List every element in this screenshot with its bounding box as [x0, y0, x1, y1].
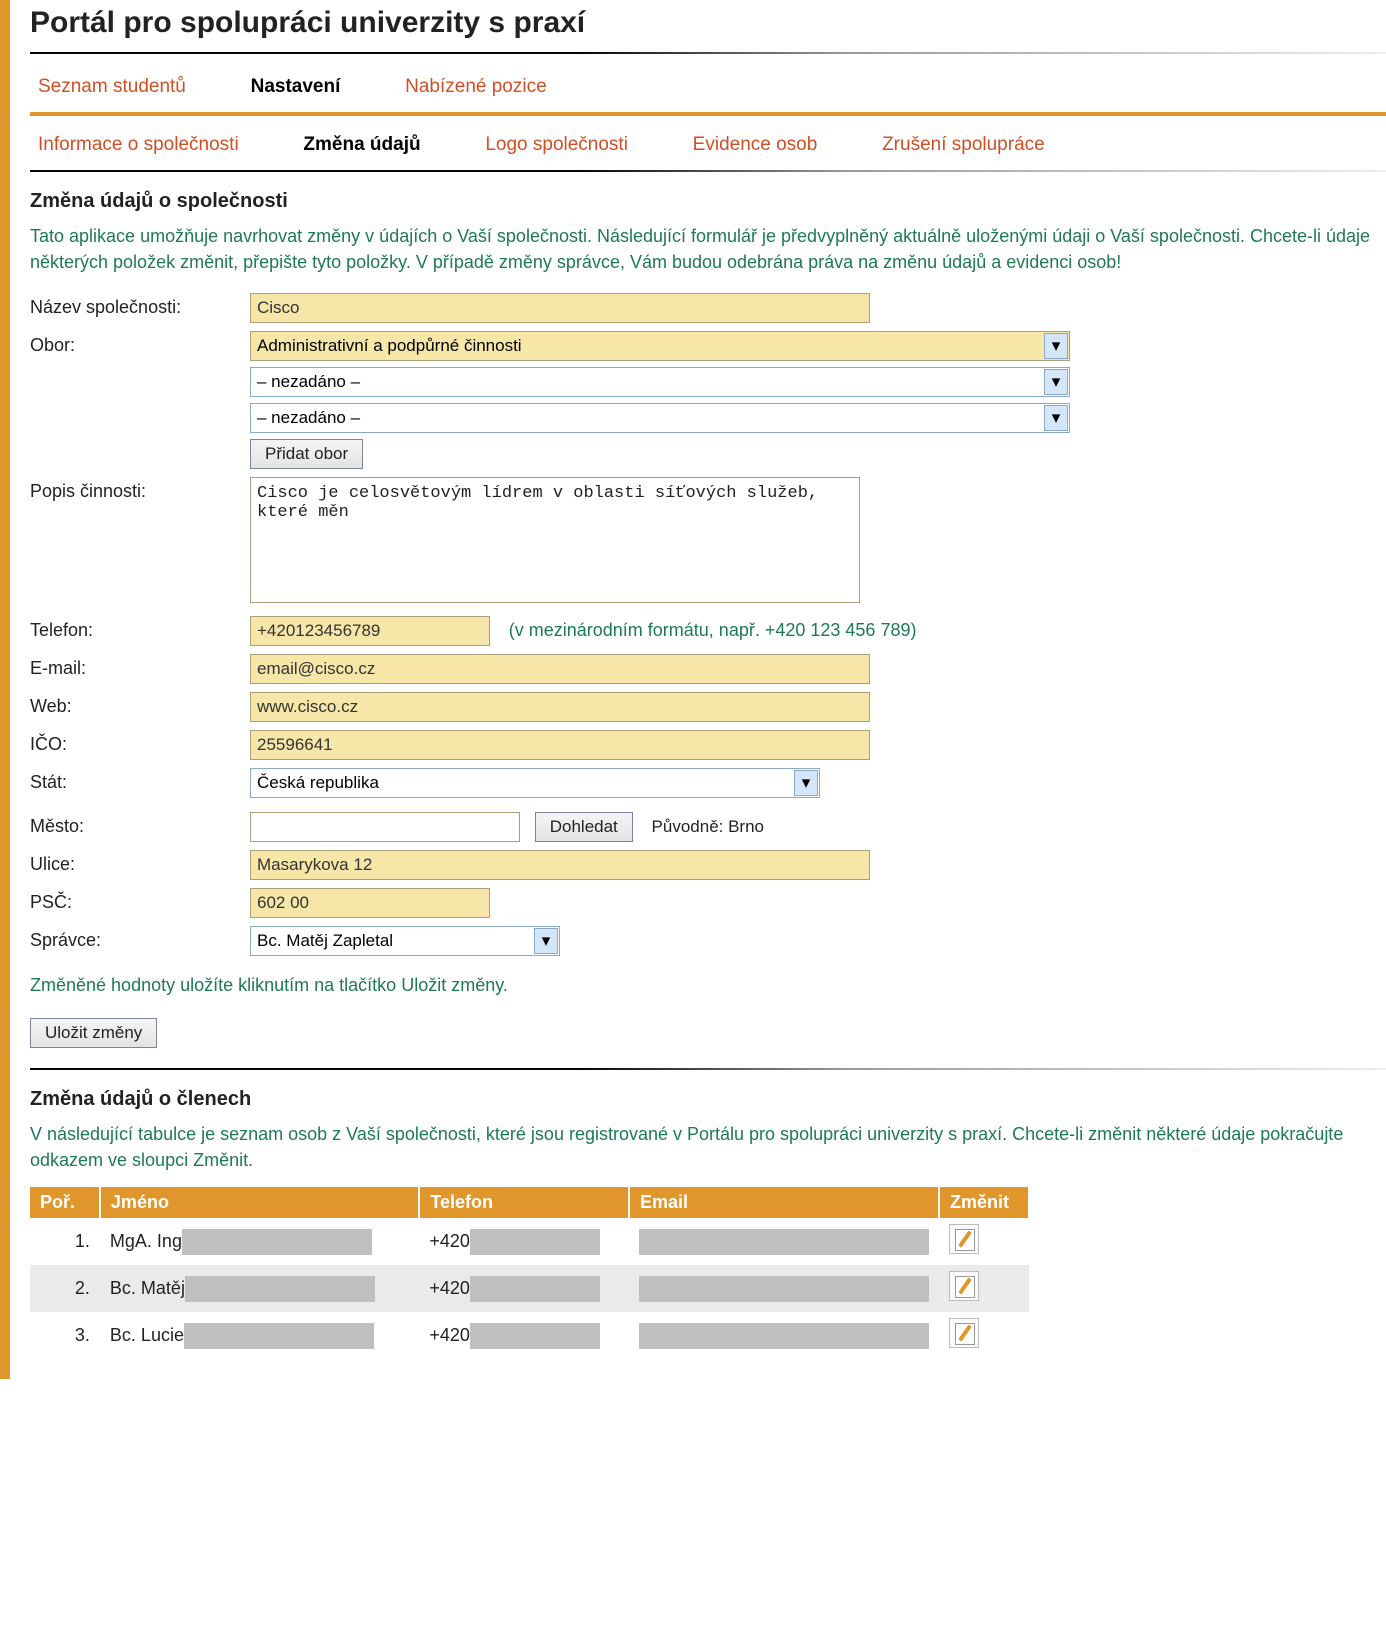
edit-icon[interactable]	[949, 1271, 979, 1301]
page-title: Portál pro spolupráci univerzity s praxí	[30, 6, 1386, 40]
admin-select[interactable]	[250, 926, 560, 956]
divider-orange	[30, 112, 1386, 116]
street-input[interactable]	[250, 850, 870, 880]
cell-telefon: +420	[419, 1265, 629, 1312]
cell-jmeno: MgA. Ing	[100, 1218, 419, 1265]
label-street: Ulice:	[30, 850, 250, 875]
label-country: Stát:	[30, 768, 250, 793]
country-select[interactable]	[250, 768, 820, 798]
th-telefon: Telefon	[419, 1187, 629, 1218]
th-por: Poř.	[30, 1187, 100, 1218]
cell-zmenit	[939, 1218, 1029, 1265]
th-zmenit: Změnit	[939, 1187, 1029, 1218]
obor-select-1[interactable]	[250, 331, 1070, 361]
cell-zmenit	[939, 1265, 1029, 1312]
secondary-nav: Informace o společnosti Změna údajů Logo…	[30, 124, 1386, 166]
cell-por: 3.	[30, 1312, 100, 1359]
table-row: 3. Bc. Lucie +420	[30, 1312, 1029, 1359]
nav-evidence-osob[interactable]: Evidence osob	[693, 134, 818, 155]
table-header-row: Poř. Jméno Telefon Email Změnit	[30, 1187, 1029, 1218]
intro-text-members: V následující tabulce je seznam osob z V…	[30, 1121, 1386, 1173]
phone-input[interactable]	[250, 616, 490, 646]
label-web: Web:	[30, 692, 250, 717]
divider	[30, 170, 1386, 172]
label-email: E-mail:	[30, 654, 250, 679]
label-field: Obor:	[30, 331, 250, 356]
add-obor-button[interactable]: Přidat obor	[250, 439, 363, 469]
label-desc: Popis činnosti:	[30, 477, 250, 502]
divider	[30, 52, 1386, 54]
nav-nastaveni[interactable]: Nastavení	[251, 76, 341, 97]
ico-input[interactable]	[250, 730, 870, 760]
nav-zruseni[interactable]: Zrušení spolupráce	[882, 134, 1045, 155]
cell-email	[629, 1265, 939, 1312]
email-input[interactable]	[250, 654, 870, 684]
web-input[interactable]	[250, 692, 870, 722]
phone-hint: (v mezinárodním formátu, např. +420 123 …	[509, 620, 917, 640]
cell-por: 2.	[30, 1265, 100, 1312]
label-phone: Telefon:	[30, 616, 250, 641]
save-button[interactable]: Uložit změny	[30, 1018, 157, 1048]
primary-nav: Seznam studentů Nastavení Nabízené pozic…	[30, 66, 1386, 108]
nav-zmena-udaju[interactable]: Změna údajů	[303, 134, 420, 155]
nav-seznam-studentu[interactable]: Seznam studentů	[38, 76, 186, 97]
desc-textarea[interactable]: Cisco je celosvětovým lídrem v oblasti s…	[250, 477, 860, 603]
table-row: 1. MgA. Ing +420	[30, 1218, 1029, 1265]
city-input[interactable]	[250, 812, 520, 842]
label-ico: IČO:	[30, 730, 250, 755]
cell-email	[629, 1218, 939, 1265]
cell-jmeno: Bc. Lucie	[100, 1312, 419, 1359]
table-row: 2. Bc. Matěj +420	[30, 1265, 1029, 1312]
cell-email	[629, 1312, 939, 1359]
nav-informace[interactable]: Informace o společnosti	[38, 134, 239, 155]
city-original: Původně: Brno	[652, 817, 764, 836]
label-psc: PSČ:	[30, 888, 250, 913]
cell-zmenit	[939, 1312, 1029, 1359]
section-heading-company: Změna údajů o společnosti	[30, 190, 1386, 213]
save-hint: Změněné hodnoty uložíte kliknutím na tla…	[30, 972, 1386, 998]
obor-select-2[interactable]	[250, 367, 1070, 397]
th-jmeno: Jméno	[100, 1187, 419, 1218]
cell-telefon: +420	[419, 1312, 629, 1359]
label-city: Město:	[30, 812, 250, 837]
city-lookup-button[interactable]: Dohledat	[535, 812, 633, 842]
company-form: Název společnosti: Obor: ▾ ▾ ▾	[30, 293, 1386, 962]
cell-por: 1.	[30, 1218, 100, 1265]
obor-select-3[interactable]	[250, 403, 1070, 433]
label-company: Název společnosti:	[30, 293, 250, 318]
members-table: Poř. Jméno Telefon Email Změnit 1. MgA. …	[30, 1187, 1030, 1359]
intro-text-company: Tato aplikace umožňuje navrhovat změny v…	[30, 223, 1386, 275]
psc-input[interactable]	[250, 888, 490, 918]
divider	[30, 1068, 1386, 1070]
nav-logo[interactable]: Logo společnosti	[485, 134, 628, 155]
edit-icon[interactable]	[949, 1224, 979, 1254]
edit-icon[interactable]	[949, 1318, 979, 1348]
label-admin: Správce:	[30, 926, 250, 951]
cell-jmeno: Bc. Matěj	[100, 1265, 419, 1312]
cell-telefon: +420	[419, 1218, 629, 1265]
company-input[interactable]	[250, 293, 870, 323]
th-email: Email	[629, 1187, 939, 1218]
section-heading-members: Změna údajů o členech	[30, 1088, 1386, 1111]
nav-nabizene-pozice[interactable]: Nabízené pozice	[405, 76, 547, 97]
